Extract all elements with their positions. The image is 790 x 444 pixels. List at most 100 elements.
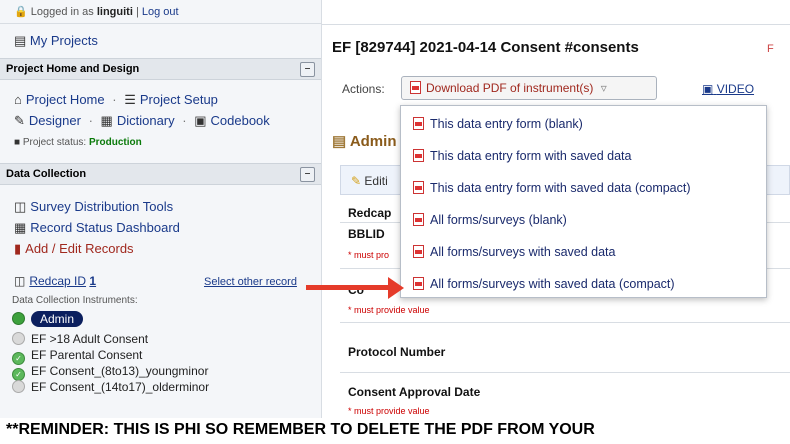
collapse-data-button[interactable]: –	[300, 167, 315, 182]
instrument-label: EF Parental Consent	[31, 348, 143, 362]
sidebar: 🔒 Logged in as linguiti | Log out ▤ My P…	[0, 0, 322, 418]
status-dot-icon	[12, 312, 25, 325]
project-setup-link[interactable]: Project Setup	[140, 92, 218, 107]
page-title: EF [829744] 2021-04-14 Consent #consents	[332, 39, 639, 56]
codebook-icon: ▣	[194, 113, 207, 128]
menu-item-all-saved[interactable]: All forms/surveys with saved data	[413, 245, 616, 259]
section-project-home: Project Home and Design –	[0, 58, 321, 80]
annotation-arrow-head	[388, 277, 404, 299]
pdf-icon	[413, 117, 424, 130]
video-label: VIDEO	[716, 82, 755, 96]
instrument-label: EF Consent_(14to17)_olderminor	[31, 380, 210, 394]
pencil-icon: ✎	[351, 174, 362, 188]
pdf-icon	[413, 277, 424, 290]
editing-label: Editi	[364, 174, 388, 188]
row-divider	[340, 372, 790, 373]
pdf-icon	[413, 245, 424, 258]
required-note: * must pro	[348, 250, 390, 260]
instrument-label: EF >18 Adult Consent	[31, 332, 149, 346]
menu-item-form-saved-compact[interactable]: This data entry form with saved data (co…	[413, 181, 691, 195]
pdf-icon	[413, 213, 424, 226]
status-dot-icon	[12, 332, 25, 345]
top-bar	[322, 0, 790, 25]
status-label: Project status:	[22, 137, 87, 148]
record-id-value: 1	[89, 274, 97, 288]
book-icon: ▦	[100, 113, 113, 128]
instrument-parental-consent[interactable]: ✓ EF Parental Consent	[12, 348, 142, 365]
menu-item-label: All forms/surveys with saved data	[430, 245, 616, 259]
download-pdf-label: Download PDF of instrument(s)	[426, 81, 594, 95]
status-value: Production	[88, 137, 142, 148]
form-icon: ▤	[332, 133, 347, 150]
project-home-row: ⌂ Project Home · ☰ Project Setup	[14, 92, 218, 108]
menu-item-label: This data entry form with saved data (co…	[430, 181, 691, 195]
status-dot-icon	[12, 380, 25, 393]
instrument-heading-label: Admin	[349, 133, 397, 150]
survey-tools-row: ◫ Survey Distribution Tools	[14, 199, 173, 215]
survey-icon: ◫	[14, 199, 27, 214]
list-icon: ▤	[14, 33, 27, 48]
my-projects-link[interactable]: ▤ My Projects	[14, 33, 98, 49]
add-edit-records-link[interactable]: Add / Edit Records	[25, 241, 133, 256]
menu-item-label: All forms/surveys with saved data (compa…	[430, 277, 675, 291]
select-other-record-link[interactable]: Select other record	[204, 276, 297, 288]
instrument-label: Admin	[31, 311, 84, 327]
pdf-icon	[413, 149, 424, 162]
lock-icon: 🔒	[14, 6, 28, 18]
section-data-title: Data Collection	[6, 168, 87, 180]
record-id-row: ◫ Redcap ID 1	[14, 274, 96, 288]
required-note: * must provide value	[348, 406, 430, 416]
login-row: 🔒 Logged in as linguiti | Log out	[0, 0, 321, 24]
menu-item-form-blank[interactable]: This data entry form (blank)	[413, 117, 583, 131]
record-status-link[interactable]: Record Status Dashboard	[30, 220, 180, 235]
dot-separator: ·	[182, 113, 187, 128]
login-separator: |	[135, 6, 139, 18]
grid-icon: ▦	[14, 220, 27, 235]
login-user: linguiti	[96, 6, 133, 18]
instrument-youngminor[interactable]: ✓ EF Consent_(8to13)_youngminor	[12, 364, 208, 381]
field-consent-approval-date-label: Consent Approval Date	[348, 385, 481, 399]
title-badge: F	[767, 43, 774, 55]
instrument-label: EF Consent_(8to13)_youngminor	[31, 364, 209, 378]
video-link[interactable]: ▣ VIDEO	[702, 82, 754, 96]
section-project-title: Project Home and Design	[6, 63, 140, 75]
record-status-row: ▦ Record Status Dashboard	[14, 220, 180, 236]
instrument-heading: ▤ Admin	[332, 132, 396, 150]
annotation-arrow-shaft	[306, 285, 392, 290]
menu-item-all-blank[interactable]: All forms/surveys (blank)	[413, 213, 567, 227]
collapse-project-button[interactable]: –	[300, 62, 315, 77]
chevron-down-icon: ▿	[600, 81, 607, 95]
dictionary-link[interactable]: Dictionary	[117, 113, 175, 128]
film-icon: ▣	[702, 82, 714, 96]
home-icon: ⌂	[14, 92, 22, 107]
instruments-label: Data Collection Instruments:	[12, 295, 138, 306]
login-prefix: Logged in as	[30, 6, 94, 18]
menu-item-all-saved-compact[interactable]: All forms/surveys with saved data (compa…	[413, 277, 675, 291]
instrument-olderminor[interactable]: EF Consent_(14to17)_olderminor	[12, 380, 209, 394]
field-protocol-number-label: Protocol Number	[348, 345, 446, 359]
project-status: ■ Project status: Production	[14, 137, 142, 148]
download-pdf-button[interactable]: Download PDF of instrument(s) ▿	[401, 76, 657, 100]
menu-item-label: This data entry form with saved data	[430, 149, 632, 163]
record-id-label[interactable]: Redcap ID	[29, 274, 86, 288]
survey-tools-link[interactable]: Survey Distribution Tools	[30, 199, 173, 214]
download-pdf-menu: This data entry form (blank) This data e…	[400, 105, 767, 298]
instrument-adult-consent[interactable]: EF >18 Adult Consent	[12, 332, 148, 346]
designer-row: ✎ Designer · ▦ Dictionary · ▣ Codebook	[14, 113, 270, 129]
menu-item-label: All forms/surveys (blank)	[430, 213, 567, 227]
project-home-link[interactable]: Project Home	[26, 92, 105, 107]
pdf-icon	[410, 81, 421, 94]
pdf-icon	[413, 181, 424, 194]
logout-link[interactable]: Log out	[142, 6, 179, 18]
instrument-admin[interactable]: Admin	[12, 311, 84, 327]
codebook-link[interactable]: Codebook	[211, 113, 270, 128]
designer-link[interactable]: Designer	[29, 113, 81, 128]
my-projects-label: My Projects	[29, 33, 98, 48]
add-edit-row: ▮ Add / Edit Records	[14, 241, 134, 257]
edit-icon: ✎	[14, 113, 25, 128]
status-square-icon: ■	[14, 137, 21, 148]
required-note: * must provide value	[348, 305, 430, 315]
dot-separator: ·	[112, 92, 117, 107]
section-data-collection: Data Collection –	[0, 163, 321, 185]
menu-item-form-saved[interactable]: This data entry form with saved data	[413, 149, 631, 163]
